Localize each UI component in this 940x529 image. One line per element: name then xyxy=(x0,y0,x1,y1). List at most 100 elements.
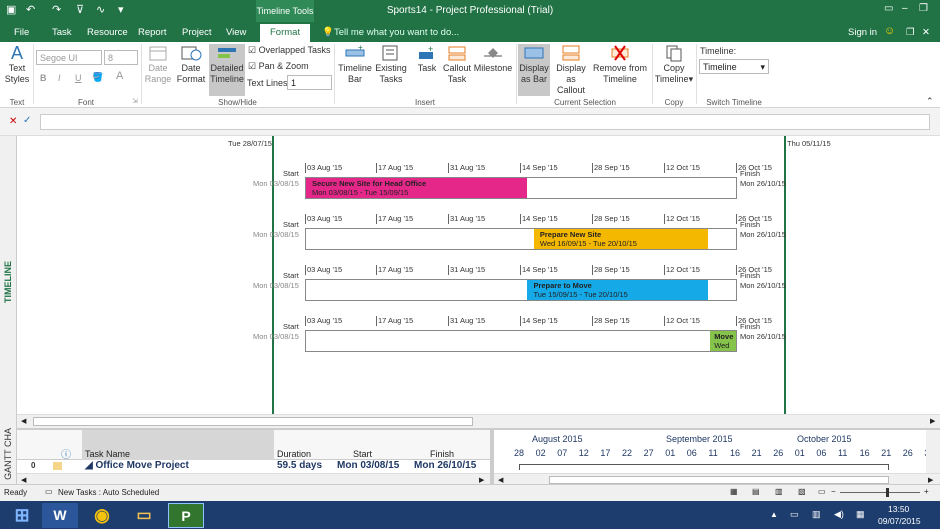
action-center-icon[interactable]: ▭ xyxy=(790,509,799,520)
clock-date[interactable]: 09/07/2015 xyxy=(878,516,921,526)
col-finish[interactable]: Finish xyxy=(430,449,454,459)
entry-input[interactable] xyxy=(40,114,930,130)
range-end-line[interactable] xyxy=(784,136,786,414)
table-row[interactable]: 0 ◢ Office Move Project 59.5 days Mon 03… xyxy=(17,460,490,473)
display-as-callout-button[interactable]: Display as Callout xyxy=(551,44,591,96)
cancel-entry-icon[interactable]: ✕ xyxy=(9,116,17,127)
text-styles-button[interactable]: A Text Styles xyxy=(4,44,30,85)
copy-timeline-button[interactable]: Copy Timeline▾ xyxy=(654,44,694,85)
timeline-task[interactable]: Prepare to Move Tue 15/09/15 - Tue 20/10/… xyxy=(527,280,709,300)
minimize-icon[interactable]: – xyxy=(902,3,908,14)
zoom-in-icon[interactable]: + xyxy=(924,487,929,496)
tab-task[interactable]: Task xyxy=(52,27,72,38)
confirm-entry-icon[interactable]: ✓ xyxy=(23,115,31,126)
timeline-view[interactable]: Tue 28/07/15 Thu 05/11/15 03 Aug '15 17 A… xyxy=(17,136,940,414)
tab-format[interactable]: Format xyxy=(260,24,311,42)
font-dialog-launcher-icon[interactable]: ⇲ xyxy=(132,96,138,107)
timeline-bar[interactable]: Secure New Site for Head Office Mon 03/08… xyxy=(305,177,737,199)
col-task-name[interactable]: Task Name xyxy=(85,449,130,459)
gantt-view-label[interactable]: GANTT CHA xyxy=(3,428,13,480)
timeline-task[interactable]: Move Wed xyxy=(710,331,736,351)
project-taskbar-icon[interactable]: P xyxy=(168,503,204,528)
remove-from-timeline-button[interactable]: Remove from Timeline xyxy=(592,44,648,85)
scroll-left-icon[interactable]: ◀ xyxy=(21,476,26,484)
scroll-right-icon[interactable]: ▶ xyxy=(928,476,933,484)
tray-arrow-icon[interactable]: ▲ xyxy=(770,510,778,519)
chrome-taskbar-icon[interactable]: ◉ xyxy=(84,503,120,528)
timeline-scrollbar[interactable]: ◀ ▶ xyxy=(17,414,940,428)
timeline-bar[interactable]: Move Wed xyxy=(305,330,737,352)
zoom-slider-icon[interactable]: ▭ xyxy=(818,487,826,496)
overlapped-tasks-checkbox[interactable]: ☑ Overlapped Tasks xyxy=(248,45,330,56)
scroll-right-icon[interactable]: ▶ xyxy=(479,476,484,484)
resource-sheet-icon[interactable]: ▧ xyxy=(798,487,806,496)
word-taskbar-icon[interactable]: W xyxy=(42,503,78,528)
scroll-right-icon[interactable]: ▶ xyxy=(930,417,935,425)
date-range-button[interactable]: Date Range xyxy=(143,44,173,85)
start-date-label: Mon 03/08/15 xyxy=(253,230,299,239)
detailed-timeline-button[interactable]: Detailed Timeline xyxy=(209,44,245,96)
range-start-line[interactable] xyxy=(272,136,274,414)
font-name-select[interactable]: Segoe UI xyxy=(36,50,102,65)
tab-view[interactable]: View xyxy=(226,27,246,38)
timeline-switch-select[interactable]: Timeline ▾ xyxy=(699,59,769,74)
scroll-left-icon[interactable]: ◀ xyxy=(21,417,26,425)
smiley-icon[interactable]: ☺ xyxy=(884,25,895,37)
zoom-out-icon[interactable]: − xyxy=(831,487,836,496)
new-tasks-mode[interactable]: New Tasks : Auto Scheduled xyxy=(58,488,159,497)
font-color-icon[interactable]: A xyxy=(116,71,123,82)
tab-file[interactable]: File xyxy=(14,27,29,38)
volume-icon[interactable]: ◀) xyxy=(834,509,844,520)
tab-resource[interactable]: Resource xyxy=(87,27,128,38)
italic-button[interactable]: I xyxy=(58,73,61,84)
date-format-button[interactable]: Date Format xyxy=(175,44,207,85)
timeline-task[interactable]: Secure New Site for Head Office Mon 03/08… xyxy=(306,178,528,198)
collapse-ribbon-icon[interactable]: ⌃ xyxy=(926,96,934,107)
display-as-bar-button[interactable]: Display as Bar xyxy=(518,44,550,96)
gantt-view-icon[interactable]: ▦ xyxy=(730,487,738,496)
task-usage-icon[interactable]: ▤ xyxy=(752,487,760,496)
scroll-left-icon[interactable]: ◀ xyxy=(498,476,503,484)
timeline-bar-button[interactable]: + Timeline Bar xyxy=(336,44,374,85)
milestone-button[interactable]: Milestone xyxy=(473,44,513,74)
keyboard-icon[interactable]: ▦ xyxy=(856,509,865,520)
scroll-thumb[interactable] xyxy=(33,417,473,426)
close-window-icon[interactable]: ✕ xyxy=(922,27,930,38)
date-range-label: Date Range xyxy=(144,63,172,84)
zoom-slider[interactable] xyxy=(840,492,920,493)
timeline-view-label[interactable]: TIMELINE xyxy=(3,261,13,303)
tab-report[interactable]: Report xyxy=(138,27,167,38)
underline-button[interactable]: U xyxy=(75,73,82,84)
tab-project[interactable]: Project xyxy=(182,27,212,38)
network-icon[interactable]: ▥ xyxy=(812,509,821,520)
col-duration[interactable]: Duration xyxy=(277,449,311,459)
insert-task-button[interactable]: + Task xyxy=(415,44,439,74)
restore-window-icon[interactable]: ❐ xyxy=(906,27,915,38)
tell-me-search[interactable]: Tell me what you want to do... xyxy=(334,27,459,38)
existing-tasks-button[interactable]: Existing Tasks xyxy=(374,44,408,85)
background-color-icon[interactable]: 🪣 xyxy=(92,72,103,83)
timeline-bar[interactable]: Prepare to Move Tue 15/09/15 - Tue 20/10/… xyxy=(305,279,737,301)
sign-in-link[interactable]: Sign in xyxy=(848,27,877,38)
timeline-task[interactable]: Prepare New Site Wed 16/09/15 - Tue 20/10… xyxy=(533,229,709,249)
scroll-thumb[interactable] xyxy=(549,476,889,484)
file-explorer-taskbar-icon[interactable]: ▭ xyxy=(126,503,162,528)
text-lines-select[interactable]: 1 xyxy=(287,75,332,90)
pan-zoom-checkbox[interactable]: ☑ Pan & Zoom xyxy=(248,61,309,72)
gantt-chart[interactable]: August 2015September 2015October 2015No … xyxy=(494,430,940,486)
restore-icon[interactable]: ❐ xyxy=(919,3,928,14)
zoom-thumb[interactable] xyxy=(886,488,889,497)
summary-bar[interactable] xyxy=(519,464,889,470)
vertical-scrollbar[interactable] xyxy=(926,430,940,473)
timeline-bar[interactable]: Prepare New Site Wed 16/09/15 - Tue 20/10… xyxy=(305,228,737,250)
axis-tick-label: 28 Sep '15 xyxy=(592,163,630,173)
bold-button[interactable]: B xyxy=(40,73,47,84)
day-label: 27 xyxy=(643,448,654,458)
col-start[interactable]: Start xyxy=(353,449,372,459)
font-size-select[interactable]: 8 xyxy=(104,50,138,65)
ribbon-options-icon[interactable]: ▭ xyxy=(884,3,893,14)
clock-time[interactable]: 13:50 xyxy=(888,504,909,514)
callout-task-button[interactable]: Callout Task xyxy=(441,44,473,85)
team-planner-icon[interactable]: ▥ xyxy=(775,487,783,496)
start-button-icon[interactable]: ⊞ xyxy=(2,503,42,528)
